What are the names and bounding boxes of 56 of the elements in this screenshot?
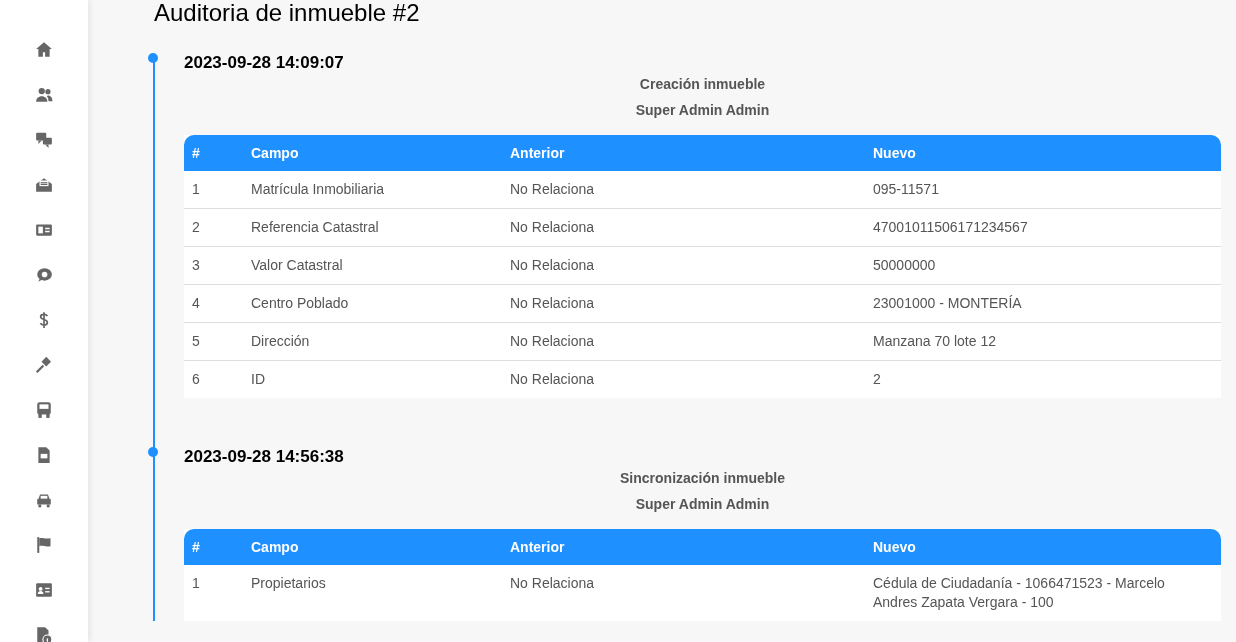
entry-action: Sincronización inmueble (620, 469, 785, 487)
open-envelope-icon[interactable] (35, 176, 53, 194)
table-cell: 23001000 - MONTERÍA (873, 295, 1022, 311)
table-cell: 47001011506171234567 (873, 219, 1028, 235)
table-cell: 4 (192, 295, 200, 311)
document-info-icon[interactable] (35, 626, 53, 642)
table-cell: Cédula de Ciudadanía - 1066471523 - Marcelo Andres Zapata Vergara - 100 (873, 575, 1165, 610)
table-cell: Dirección (251, 333, 310, 349)
entry-action: Creación inmueble (639, 75, 766, 93)
table-cell: No Relaciona (510, 295, 595, 311)
table-cell: 3 (192, 257, 200, 273)
table-cell: No Relaciona (510, 219, 595, 235)
column-header: Nuevo (873, 145, 916, 161)
home-icon[interactable] (35, 41, 53, 59)
entry-datetime: 2023-09-28 14:56:38 (184, 447, 344, 467)
car-icon[interactable] (35, 491, 53, 509)
entry-user: Super Admin Admin (635, 101, 770, 119)
document-icon[interactable] (35, 446, 53, 464)
table-cell: No Relaciona (510, 333, 595, 349)
table-cell: Propietarios (251, 575, 326, 591)
table-cell: Centro Poblado (251, 295, 349, 311)
users-icon[interactable] (35, 86, 53, 104)
column-header: Nuevo (873, 539, 916, 555)
entry-datetime: 2023-09-28 14:09:07 (184, 53, 344, 73)
table-cell: No Relaciona (510, 371, 595, 387)
table-cell: Valor Catastral (251, 257, 343, 273)
flag-icon[interactable] (35, 536, 53, 554)
table-cell: 50000000 (873, 257, 936, 273)
table-cell: No Relaciona (510, 257, 595, 273)
table-cell: 2 (873, 371, 881, 387)
column-header: # (192, 539, 200, 555)
column-header: Campo (251, 539, 299, 555)
table-cell: 1 (192, 575, 200, 591)
table-cell: 6 (192, 371, 200, 387)
money-card-icon[interactable] (35, 221, 53, 239)
page-title: Auditoria de inmueble #2 (154, 0, 420, 25)
table-cell: 5 (192, 333, 200, 349)
table-cell: 095-11571 (873, 181, 939, 197)
id-card-icon[interactable] (35, 581, 53, 599)
column-header: Anterior (510, 539, 565, 555)
column-header: Campo (251, 145, 299, 161)
dollar-speech-bubble-icon[interactable] (35, 266, 53, 284)
column-header: Anterior (510, 145, 565, 161)
table-cell: No Relaciona (510, 181, 595, 197)
table-cell: 2 (192, 219, 200, 235)
table-cell: ID (251, 371, 265, 387)
table-cell: 1 (192, 181, 200, 197)
chat-bubbles-icon[interactable] (35, 131, 53, 149)
entry-user: Super Admin Admin (635, 495, 770, 513)
table-cell: No Relaciona (510, 575, 595, 591)
column-header: # (192, 145, 200, 161)
bus-icon[interactable] (35, 401, 53, 419)
table-cell: Manzana 70 lote 12 (873, 333, 996, 349)
gavel-icon[interactable] (35, 356, 53, 374)
table-cell: Matrícula Inmobiliaria (251, 181, 385, 197)
table-cell: Referencia Catastral (251, 219, 379, 235)
